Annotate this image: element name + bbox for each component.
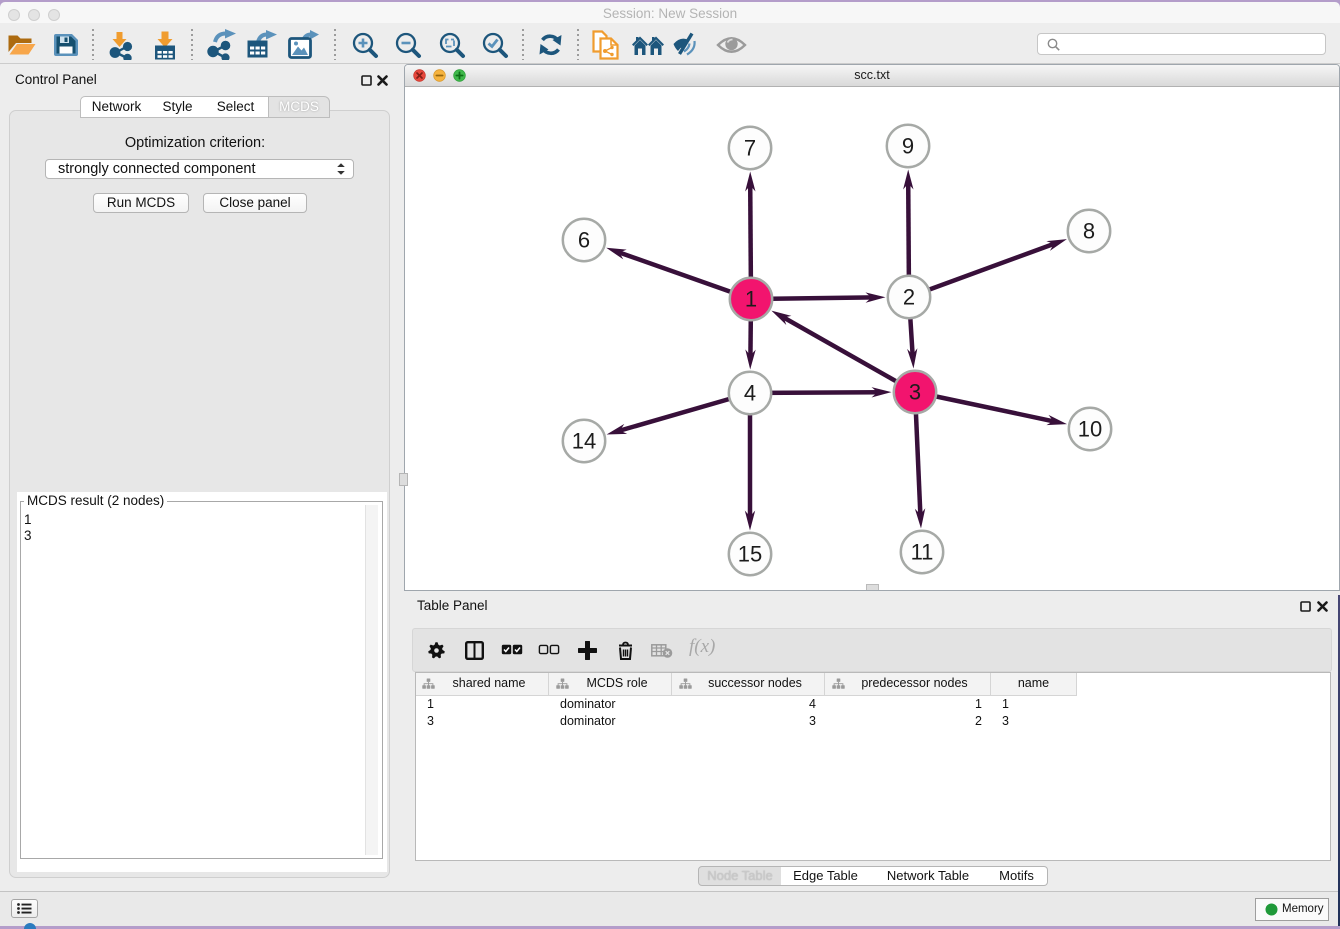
svg-text:15: 15 [738,542,762,567]
svg-text:11: 11 [911,540,934,565]
svg-text:4: 4 [744,381,756,406]
svg-text:8: 8 [1083,219,1095,244]
svg-text:3: 3 [909,380,921,405]
svg-text:14: 14 [572,429,596,454]
svg-text:6: 6 [578,228,590,253]
svg-text:9: 9 [902,134,914,159]
svg-text:10: 10 [1078,417,1102,442]
svg-text:2: 2 [903,285,915,310]
svg-text:1: 1 [745,287,757,312]
svg-text:7: 7 [744,136,756,161]
